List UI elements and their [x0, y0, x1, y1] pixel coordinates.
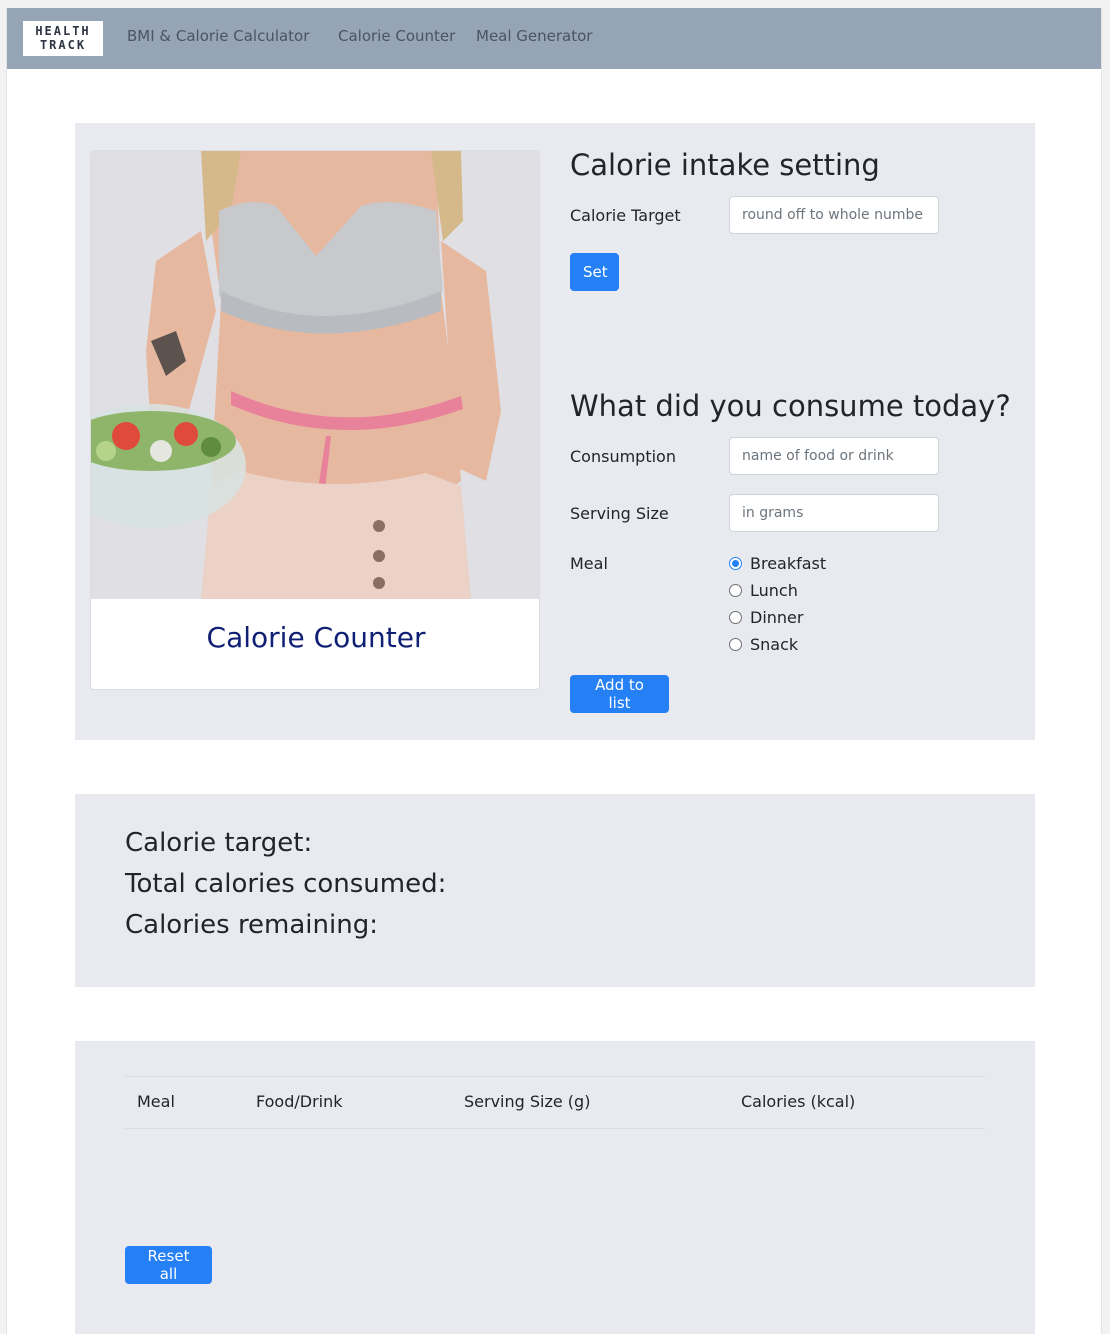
- log-table-panel: Meal Food/Drink Serving Size (g) Calorie…: [75, 1041, 1035, 1334]
- radio-snack-label: Snack: [750, 634, 799, 654]
- navbar: HEALTH TRACK BMI & Calorie Calculator Ca…: [7, 8, 1101, 69]
- consumption-heading: What did you consume today?: [570, 389, 1011, 423]
- radio-lunch-label: Lunch: [750, 580, 798, 600]
- calorie-target-summary: Calorie target:: [125, 828, 313, 858]
- total-consumed-summary: Total calories consumed:: [125, 869, 447, 899]
- meal-option-snack[interactable]: Snack: [729, 634, 798, 654]
- meal-label: Meal: [570, 554, 608, 573]
- reset-all-button[interactable]: Reset all: [125, 1246, 212, 1284]
- hero-image: [91, 151, 539, 599]
- radio-dinner-label: Dinner: [750, 607, 804, 627]
- table-header-bottom-border: [125, 1128, 985, 1129]
- column-header-meal: Meal: [137, 1092, 175, 1111]
- column-header-serving-size: Serving Size (g): [464, 1092, 591, 1111]
- nav-link-calorie-counter[interactable]: Calorie Counter: [338, 27, 455, 45]
- radio-snack[interactable]: [729, 637, 742, 651]
- calorie-input-panel: Calorie Counter Calorie intake setting C…: [75, 123, 1035, 740]
- set-button[interactable]: Set: [570, 253, 619, 291]
- radio-breakfast-label: Breakfast: [750, 553, 827, 573]
- health-track-logo[interactable]: HEALTH TRACK: [23, 21, 103, 56]
- radio-dinner[interactable]: [729, 610, 742, 624]
- calorie-target-input[interactable]: [729, 196, 939, 234]
- column-header-food-drink: Food/Drink: [256, 1092, 343, 1111]
- meal-option-dinner[interactable]: Dinner: [729, 607, 803, 627]
- logo-line-1: HEALTH: [35, 24, 91, 38]
- hero-card: Calorie Counter: [90, 150, 540, 690]
- serving-size-label: Serving Size: [570, 504, 669, 523]
- meal-option-lunch[interactable]: Lunch: [729, 580, 798, 600]
- table-top-border: [125, 1076, 985, 1077]
- calories-remaining-summary: Calories remaining:: [125, 910, 378, 940]
- nav-link-bmi-calculator[interactable]: BMI & Calorie Calculator: [127, 27, 309, 45]
- page: HEALTH TRACK BMI & Calorie Calculator Ca…: [6, 8, 1102, 1334]
- column-header-calories: Calories (kcal): [741, 1092, 856, 1111]
- serving-size-input[interactable]: [729, 494, 939, 532]
- add-to-list-button[interactable]: Add to list: [570, 675, 669, 713]
- consumption-label: Consumption: [570, 447, 676, 466]
- calorie-target-label: Calorie Target: [570, 206, 681, 225]
- logo-line-2: TRACK: [39, 38, 87, 52]
- radio-lunch[interactable]: [729, 583, 742, 597]
- intake-setting-heading: Calorie intake setting: [570, 148, 880, 182]
- card-title: Calorie Counter: [206, 621, 426, 654]
- meal-option-breakfast[interactable]: Breakfast: [729, 553, 826, 573]
- consumption-input[interactable]: [729, 437, 939, 475]
- nav-link-meal-generator[interactable]: Meal Generator: [476, 27, 592, 45]
- summary-panel: Calorie target: Total calories consumed:…: [75, 794, 1035, 987]
- radio-breakfast[interactable]: [729, 556, 742, 570]
